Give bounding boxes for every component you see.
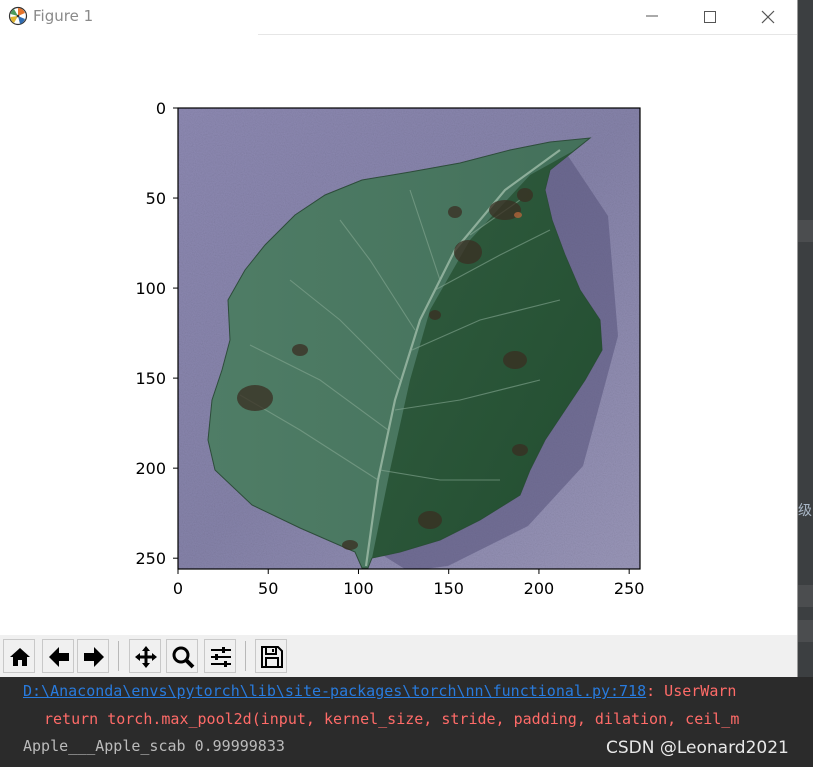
configure-subplots-button[interactable] (204, 639, 236, 673)
minimize-button[interactable] (632, 2, 672, 32)
x-tick-label: 0 (173, 579, 183, 598)
y-tick-label: 200 (135, 459, 166, 478)
x-tick-label: 100 (343, 579, 374, 598)
ide-panel-band (798, 585, 813, 607)
pan-icon (135, 646, 157, 668)
x-axis: 0 50 100 150 200 250 (173, 569, 645, 598)
warning-text: : UserWarn (646, 682, 737, 700)
toolbar-separator (245, 641, 246, 671)
prediction-output: Apple___Apple_scab 0.99999833 (23, 737, 285, 755)
x-tick-label: 200 (524, 579, 555, 598)
close-icon (761, 10, 775, 24)
ide-background-panel: 级 (798, 0, 813, 680)
ide-partial-glyph: 级 (798, 503, 812, 519)
x-tick-label: 250 (614, 579, 645, 598)
ide-panel-band (798, 620, 813, 642)
minimize-icon (646, 15, 658, 17)
home-button[interactable] (3, 639, 35, 673)
zoom-button[interactable] (166, 639, 198, 673)
figure-window: Figure 1 0 50 100 150 200 250 0 50 100 1… (0, 0, 798, 677)
x-tick-label: 50 (258, 579, 278, 598)
file-path-link[interactable]: D:\Anaconda\envs\pytorch\lib\site-packag… (23, 682, 646, 700)
y-tick-label: 0 (156, 99, 166, 118)
save-button[interactable] (255, 639, 287, 673)
warning-line: D:\Anaconda\envs\pytorch\lib\site-packag… (23, 682, 736, 700)
back-button[interactable] (42, 639, 74, 673)
csdn-watermark: CSDN @Leonard2021 (606, 738, 789, 758)
y-tick-label: 250 (135, 549, 166, 568)
ide-panel-band (798, 220, 813, 242)
toolbar-separator (118, 641, 119, 671)
home-icon (10, 648, 30, 666)
y-tick-label: 150 (135, 369, 166, 388)
configure-subplots-icon (211, 647, 231, 667)
y-tick-label: 100 (135, 279, 166, 298)
maximize-button[interactable] (690, 2, 730, 32)
y-axis: 0 50 100 150 200 250 (135, 99, 178, 568)
figure-canvas[interactable]: 0 50 100 150 200 250 0 50 100 150 200 250 (0, 35, 797, 635)
maximize-icon (704, 11, 716, 23)
warning-code-line: return torch.max_pool2d(input, kernel_si… (44, 710, 740, 728)
close-button[interactable] (748, 2, 788, 32)
title-bar[interactable]: Figure 1 (0, 0, 797, 35)
run-console: D:\Anaconda\envs\pytorch\lib\site-packag… (0, 677, 813, 767)
forward-arrow-icon (84, 647, 104, 667)
pan-button[interactable] (129, 639, 161, 673)
navigation-toolbar (0, 635, 797, 677)
matplotlib-logo-icon (8, 6, 28, 26)
save-icon (261, 646, 283, 668)
x-tick-label: 150 (433, 579, 464, 598)
forward-button[interactable] (77, 639, 109, 673)
back-arrow-icon (49, 647, 69, 667)
leaf-image (178, 108, 640, 569)
y-tick-label: 50 (146, 189, 166, 208)
zoom-icon (172, 646, 195, 669)
window-title: Figure 1 (33, 7, 94, 25)
